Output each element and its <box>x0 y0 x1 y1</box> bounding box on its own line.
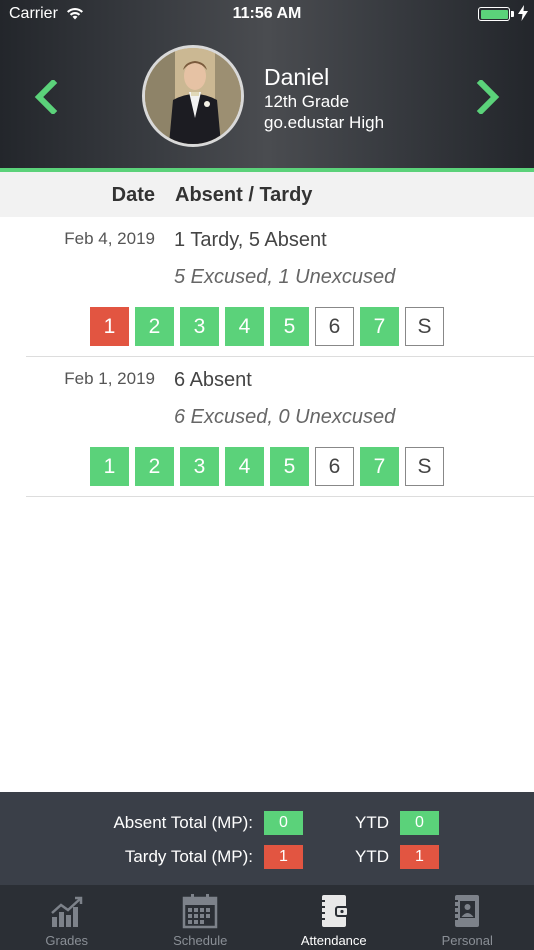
period-box-absent: 5 <box>270 307 309 346</box>
period-box-absent: 7 <box>360 307 399 346</box>
record-excused: 6 Excused, 0 Unexcused <box>174 406 396 428</box>
period-box-absent: 2 <box>135 447 174 486</box>
student-grade: 12th Grade <box>264 92 350 111</box>
record-summary: 1 Tardy, 5 Absent <box>174 229 327 251</box>
period-box-absent: 3 <box>180 307 219 346</box>
period-box-absent: 4 <box>225 447 264 486</box>
period-box-absent: 7 <box>360 447 399 486</box>
tab-personal-label: Personal <box>441 933 493 948</box>
absent-tardy-column-header: Absent / Tardy <box>175 184 313 206</box>
attendance-totals: Absent Total (MP): 0 YTD 0 Tardy Total (… <box>0 792 534 885</box>
period-box-present: 6 <box>315 307 354 346</box>
student-avatar <box>142 45 244 147</box>
attendance-record[interactable]: Feb 1, 2019 6 Absent 6 Excused, 0 Unexcu… <box>0 357 534 497</box>
period-box-tardy: 1 <box>90 307 129 346</box>
absent-ytd-badge: 0 <box>400 811 439 835</box>
tab-grades[interactable]: Grades <box>0 885 134 950</box>
charging-icon <box>518 5 528 26</box>
tardy-ytd-badge: 1 <box>400 845 439 869</box>
previous-student-button[interactable] <box>33 78 59 116</box>
record-excused: 5 Excused, 1 Unexcused <box>174 266 396 288</box>
record-date: Feb 4, 2019 <box>64 229 155 248</box>
period-box-absent: 1 <box>90 447 129 486</box>
tab-grades-label: Grades <box>45 933 89 948</box>
tab-schedule[interactable]: Schedule <box>134 885 268 950</box>
tab-attendance[interactable]: Attendance <box>267 885 401 950</box>
period-row: 1234567S <box>90 447 450 487</box>
chevron-right-icon <box>476 78 500 116</box>
tardy-total-label: Tardy Total (MP): <box>124 847 253 866</box>
period-box-present: S <box>405 307 444 346</box>
absent-total-mp-badge: 0 <box>264 811 303 835</box>
battery-icon <box>478 7 510 21</box>
student-name: Daniel <box>264 64 330 90</box>
tab-bar: Grades Schedule Attendance Personal <box>0 885 534 950</box>
tardy-total-mp-badge: 1 <box>264 845 303 869</box>
record-date: Feb 1, 2019 <box>64 369 155 388</box>
chart-icon <box>49 893 85 929</box>
period-box-absent: 4 <box>225 307 264 346</box>
date-column-header: Date <box>111 184 155 206</box>
period-row: 1234567S <box>90 307 450 347</box>
tab-schedule-label: Schedule <box>173 933 228 948</box>
status-bar: Carrier 11:56 AM <box>0 0 534 28</box>
status-time: 11:56 AM <box>232 5 302 22</box>
chevron-left-icon <box>34 78 58 116</box>
tab-attendance-label: Attendance <box>300 933 367 948</box>
calendar-icon <box>182 893 218 929</box>
period-box-present: 6 <box>315 447 354 486</box>
period-box-present: S <box>405 447 444 486</box>
student-school: go.edustar High <box>264 113 385 132</box>
period-box-absent: 5 <box>270 447 309 486</box>
attendance-book-icon <box>316 893 352 929</box>
record-summary: 6 Absent <box>174 369 252 391</box>
tardy-ytd-label: YTD <box>355 847 389 866</box>
battery-cap <box>511 11 514 17</box>
next-student-button[interactable] <box>475 78 501 116</box>
absent-total-label: Absent Total (MP): <box>113 813 253 832</box>
period-box-absent: 2 <box>135 307 174 346</box>
absent-ytd-label: YTD <box>355 813 389 832</box>
student-header: Carrier 11:56 AM Daniel 12th Grade go.ed… <box>0 0 534 168</box>
period-box-absent: 3 <box>180 447 219 486</box>
tab-personal[interactable]: Personal <box>401 885 534 950</box>
attendance-table-header: Date Absent / Tardy <box>0 172 534 217</box>
contact-book-icon <box>449 893 485 929</box>
row-divider <box>26 496 534 497</box>
attendance-record[interactable]: Feb 4, 2019 1 Tardy, 5 Absent 5 Excused,… <box>0 217 534 357</box>
